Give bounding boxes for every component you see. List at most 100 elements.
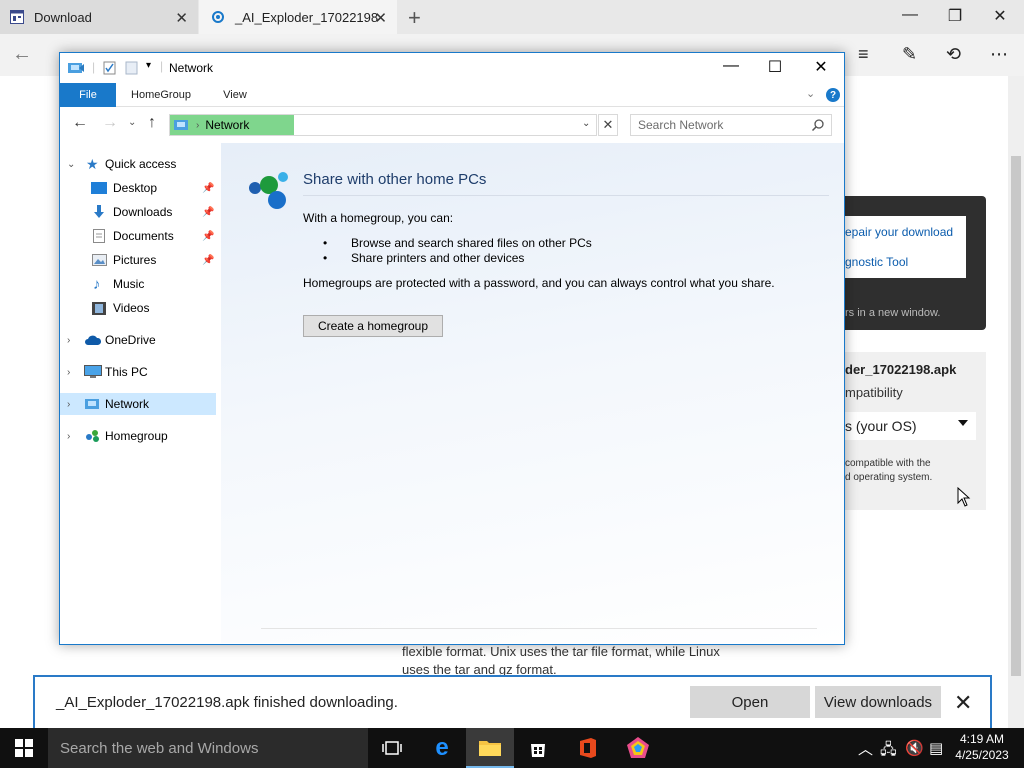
action-center-icon[interactable]: ▤: [929, 739, 943, 757]
address-bar[interactable]: › Network ⌄: [169, 114, 597, 136]
nav-quick-access[interactable]: ⌄ ★ Quick access: [60, 153, 216, 175]
taskbar-search-input[interactable]: Search the web and Windows: [48, 728, 368, 768]
nav-label: Pictures: [113, 253, 157, 267]
nav-onedrive[interactable]: › OneDrive: [60, 329, 216, 351]
start-button[interactable]: [0, 728, 48, 768]
nav-network[interactable]: › Network: [60, 393, 216, 415]
task-view-button[interactable]: [368, 728, 416, 768]
diagnostic-tool-link[interactable]: gnostic Tool: [845, 246, 966, 278]
minimize-icon[interactable]: —: [708, 57, 754, 75]
chevron-right-icon[interactable]: ›: [67, 431, 70, 442]
nav-label: This PC: [105, 365, 148, 379]
taskbar-store[interactable]: [514, 728, 562, 768]
nav-documents[interactable]: Documents 📌: [60, 225, 216, 247]
share-icon[interactable]: ⟲: [946, 44, 961, 65]
tab-title: Download: [34, 9, 92, 25]
nav-label: Downloads: [113, 205, 173, 219]
back-icon[interactable]: ←: [12, 43, 32, 66]
restore-icon[interactable]: ❐: [933, 6, 977, 26]
clock-time: 4:19 AM: [959, 732, 1005, 746]
new-folder-icon[interactable]: [125, 61, 138, 75]
os-select[interactable]: s (your OS): [845, 412, 976, 440]
homegroup-bullet-2: Share printers and other devices: [351, 251, 525, 265]
back-icon[interactable]: ←: [72, 114, 88, 132]
more-icon[interactable]: ⋯: [990, 44, 1008, 65]
nav-homegroup[interactable]: › Homegroup: [60, 425, 216, 447]
network-status-icon[interactable]: 🖧: [880, 739, 897, 764]
tab-view[interactable]: View: [210, 83, 260, 107]
open-button[interactable]: Open: [690, 686, 810, 718]
nav-this-pc[interactable]: › This PC: [60, 361, 216, 383]
computer-icon: [84, 365, 102, 378]
properties-icon[interactable]: [103, 61, 116, 75]
address-row: ← → ⌄ ↑ › Network ⌄ ✕ Search Network: [60, 108, 844, 142]
view-downloads-button[interactable]: View downloads: [815, 686, 941, 718]
taskbar-edge[interactable]: e: [418, 728, 466, 768]
chevron-right-icon[interactable]: ›: [67, 399, 70, 410]
clear-address-icon[interactable]: ✕: [598, 114, 618, 136]
office-icon: [580, 738, 596, 758]
clock[interactable]: 4:19 AM 4/25/2023: [950, 731, 1014, 763]
nav-downloads[interactable]: Downloads 📌: [60, 201, 216, 223]
recent-locations-icon[interactable]: ⌄: [128, 117, 136, 128]
download-arrow-icon: [94, 205, 104, 218]
chevron-down-icon[interactable]: ⌄: [582, 118, 590, 129]
minimize-icon[interactable]: —: [888, 6, 932, 24]
ribbon-tabs: File HomeGroup View ⌄ ?: [60, 83, 844, 107]
volume-muted-icon[interactable]: 🔇: [905, 739, 924, 757]
taskbar-file-explorer[interactable]: [466, 728, 514, 768]
help-icon[interactable]: ?: [826, 88, 840, 102]
nav-videos[interactable]: Videos: [60, 297, 216, 319]
chevron-up-icon[interactable]: ︿: [858, 738, 873, 759]
maximize-icon[interactable]: ☐: [752, 57, 798, 77]
new-tab-icon[interactable]: +: [408, 5, 421, 31]
nav-desktop[interactable]: Desktop 📌: [60, 177, 216, 199]
scroll-thumb[interactable]: [1011, 156, 1021, 676]
hub-icon[interactable]: ≡: [858, 44, 869, 65]
nav-label: Homegroup: [105, 429, 168, 443]
browser-tab-download[interactable]: Download ✕: [0, 0, 198, 34]
expand-ribbon-icon[interactable]: ⌄: [806, 87, 815, 100]
tab-file[interactable]: File: [60, 83, 116, 107]
web-note-icon[interactable]: ✎: [902, 44, 917, 65]
mouse-cursor-icon: [957, 487, 971, 507]
window-title: Network: [169, 61, 214, 75]
search-placeholder: Search Network: [638, 118, 724, 132]
close-tab-icon[interactable]: ✕: [175, 9, 188, 27]
taskbar-search-placeholder: Search the web and Windows: [60, 739, 259, 757]
chevron-right-icon[interactable]: ›: [67, 335, 70, 346]
homegroup-content: Share with other home PCs With a homegro…: [221, 143, 844, 643]
tab-homegroup[interactable]: HomeGroup: [120, 83, 202, 107]
windows-logo-icon: [15, 739, 33, 757]
divider: [303, 195, 829, 196]
close-tab-icon[interactable]: ✕: [374, 9, 387, 27]
close-icon[interactable]: ✕: [798, 57, 844, 77]
desktop-icon: [91, 182, 107, 194]
clock-date: 4/25/2023: [955, 748, 1009, 762]
homegroup-intro: With a homegroup, you can:: [303, 211, 454, 225]
nav-pictures[interactable]: Pictures 📌: [60, 249, 216, 271]
scrollbar[interactable]: [1008, 76, 1024, 728]
download-message: _AI_Exploder_17022198.apk finished downl…: [56, 694, 398, 711]
pictures-icon: [92, 254, 107, 266]
search-input[interactable]: Search Network: [630, 114, 832, 136]
taskbar-office[interactable]: [564, 728, 612, 768]
browser-tab-apk[interactable]: _AI_Exploder_17022198 ✕: [199, 0, 397, 34]
address-crumb[interactable]: › Network: [170, 115, 294, 135]
close-icon[interactable]: ✕: [978, 6, 1022, 26]
chevron-right-icon[interactable]: ›: [67, 367, 70, 378]
customize-toolbar-icon[interactable]: ▾: [146, 60, 151, 71]
taskbar-app[interactable]: [614, 728, 662, 768]
repair-download-link[interactable]: epair your download: [845, 216, 966, 248]
up-icon[interactable]: ↑: [148, 114, 156, 132]
chevron-down-icon[interactable]: ⌄: [67, 159, 75, 170]
compatibility-label: mpatibility: [845, 385, 903, 400]
separator: |: [160, 59, 164, 73]
close-notification-icon[interactable]: ✕: [954, 690, 972, 716]
nav-music[interactable]: ♪ Music: [60, 273, 216, 295]
create-homegroup-button[interactable]: Create a homegroup: [303, 315, 443, 337]
navigation-pane: ⌄ ★ Quick access Desktop 📌 Downloads 📌 D…: [60, 143, 220, 643]
network-folder-icon: [68, 63, 84, 73]
forward-icon[interactable]: →: [102, 114, 118, 132]
page-icon: [10, 10, 24, 24]
